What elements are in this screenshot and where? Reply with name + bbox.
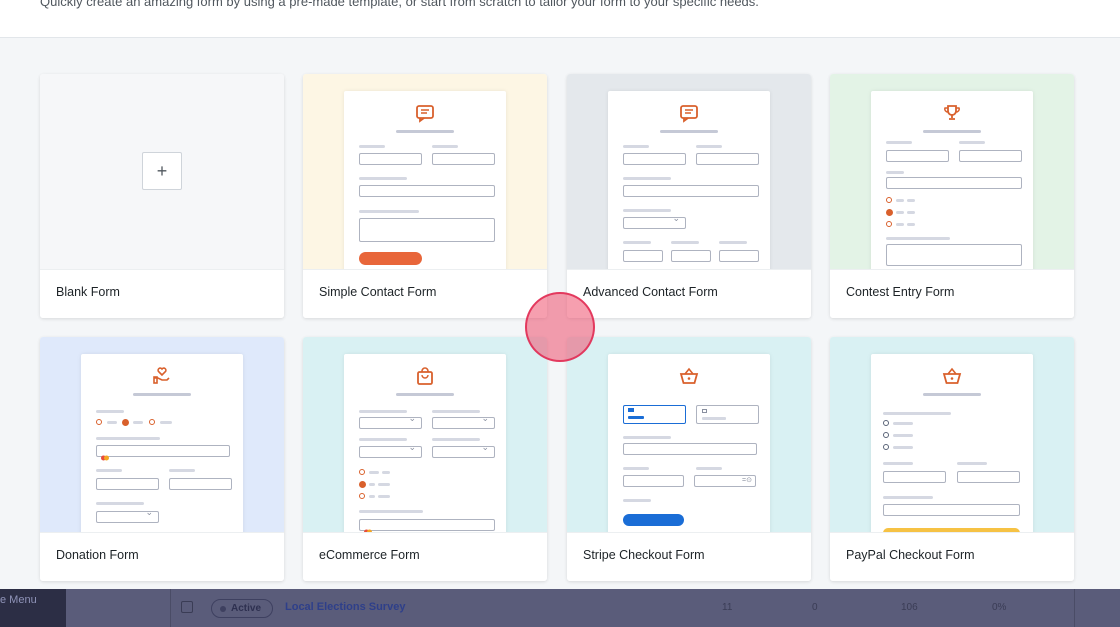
shopping-bag-icon	[415, 366, 435, 386]
donation-hand-icon	[152, 366, 172, 386]
template-thumbnail: =⊙	[567, 337, 811, 532]
template-thumbnail	[303, 337, 547, 532]
collapse-menu[interactable]: e Menu	[0, 589, 66, 627]
status-badge: Active	[211, 599, 273, 618]
template-label: Simple Contact Form	[319, 285, 437, 299]
cursor-highlight	[525, 292, 595, 362]
template-card-contest-entry[interactable]: Contest Entry Form	[830, 74, 1074, 318]
plus-icon[interactable]: +	[142, 152, 182, 190]
template-card-ecommerce[interactable]: eCommerce Form	[303, 337, 547, 581]
template-label: Blank Form	[56, 285, 120, 299]
template-thumbnail	[40, 337, 284, 532]
views-count: 11	[722, 602, 733, 613]
template-label: Contest Entry Form	[846, 285, 955, 299]
conversion-rate: 0%	[992, 602, 1007, 613]
background-forms-list: e Menu Active Local Elections Survey 11 …	[0, 589, 1120, 627]
basket-icon	[679, 366, 699, 386]
template-label: Donation Form	[56, 548, 139, 562]
template-card-advanced-contact[interactable]: Advanced Contact Form	[567, 74, 811, 318]
status-label: Active	[231, 603, 262, 614]
form-preview	[871, 91, 1033, 269]
entries-count: 0	[812, 602, 818, 613]
template-label: Advanced Contact Form	[583, 285, 718, 299]
message-icon	[415, 103, 435, 123]
form-preview	[81, 354, 243, 532]
message-icon	[679, 103, 699, 123]
form-preview	[871, 354, 1033, 532]
form-preview	[344, 91, 506, 269]
template-thumbnail: +	[40, 74, 284, 269]
template-card-paypal-checkout[interactable]: PayPal Checkout Form	[830, 337, 1074, 581]
page-header: Quickly create an amazing form by using …	[0, 0, 1120, 38]
page-subtitle: Quickly create an amazing form by using …	[40, 0, 759, 9]
card-icon: =⊙	[742, 477, 752, 484]
submit-button-preview	[359, 252, 422, 265]
template-label: eCommerce Form	[319, 548, 420, 562]
template-card-donation[interactable]: Donation Form	[40, 337, 284, 581]
partial-count: 106	[901, 602, 918, 613]
template-card-stripe-checkout[interactable]: =⊙ Stripe Checkout Form	[567, 337, 811, 581]
template-thumbnail	[567, 74, 811, 269]
row-checkbox[interactable]	[181, 601, 193, 613]
form-preview	[344, 354, 506, 532]
collapse-menu-label: e Menu	[0, 594, 37, 606]
template-card-blank[interactable]: + Blank Form	[40, 74, 284, 318]
trophy-icon	[942, 103, 962, 123]
template-thumbnail	[830, 74, 1074, 269]
template-label: PayPal Checkout Form	[846, 548, 975, 562]
card-icon	[364, 522, 372, 532]
template-thumbnail	[303, 74, 547, 269]
template-label: Stripe Checkout Form	[583, 548, 705, 562]
form-title-link[interactable]: Local Elections Survey	[285, 601, 405, 613]
template-thumbnail	[830, 337, 1074, 532]
basket-icon	[942, 366, 962, 386]
form-preview	[608, 91, 770, 269]
submit-button-preview	[623, 514, 684, 526]
form-preview: =⊙	[608, 354, 770, 532]
template-card-simple-contact[interactable]: Simple Contact Form	[303, 74, 547, 318]
status-dot-icon	[220, 606, 226, 612]
card-icon	[101, 448, 109, 461]
table-row[interactable]: Active Local Elections Survey 11 0 106 0…	[170, 589, 1075, 627]
